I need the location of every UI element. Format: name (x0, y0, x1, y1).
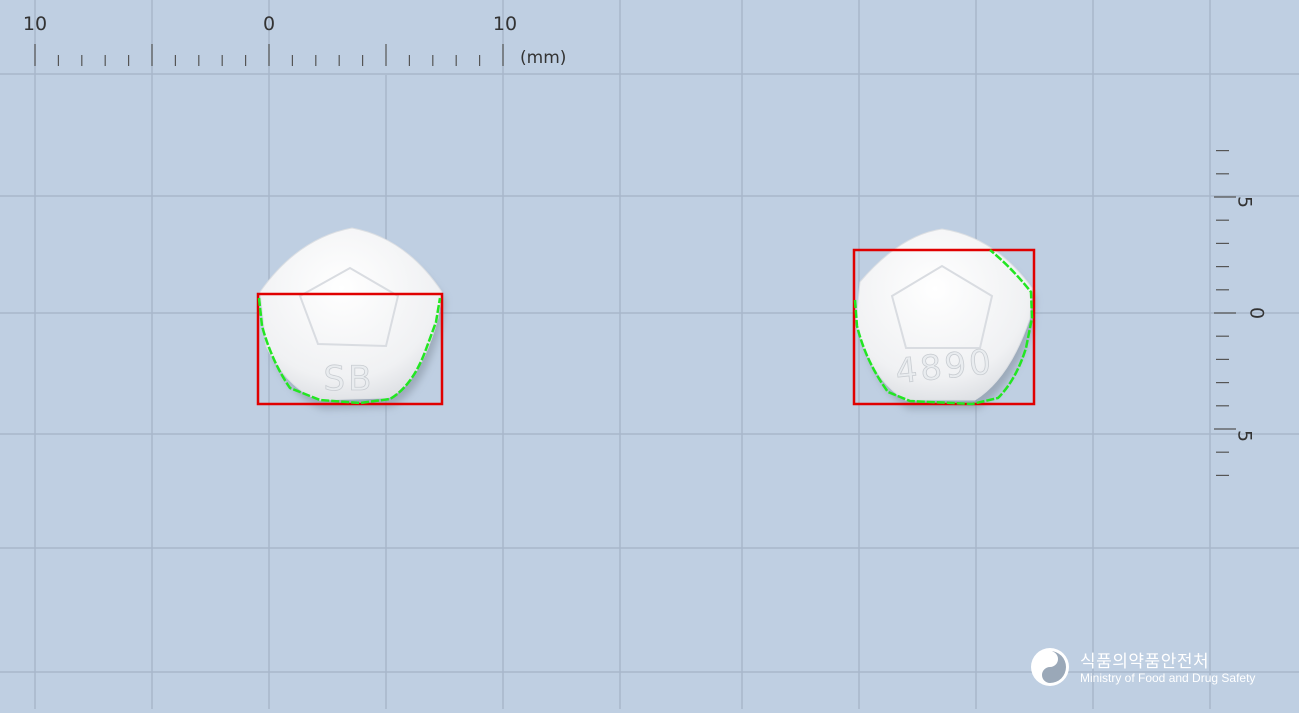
ruler-top-label-zero: 0 (263, 13, 275, 35)
logo-english-text: Ministry of Food and Drug Safety (1080, 671, 1256, 685)
logo-korean-text: 식품의약품안전처 (1080, 652, 1210, 672)
ruler-top-label-right: 10 (493, 13, 517, 35)
background-grid (0, 0, 1299, 709)
ruler-right-label-bottom: 5 (1234, 430, 1256, 442)
ruler-top-label-left: 10 (23, 13, 47, 35)
mfds-emblem-icon (1031, 648, 1069, 686)
ruler-top-unit: (mm) (520, 48, 566, 68)
ruler-right-label-top: 5 (1234, 196, 1256, 208)
ruler-right-label-zero: 0 (1246, 307, 1268, 319)
pill-left-imprint: SB (324, 359, 375, 399)
pill-photo: 10 0 10 (mm) 5 0 5 SB 4890 (0, 0, 1299, 709)
mfds-logo: 식품의약품안전처 Ministry of Food and Drug Safet… (1030, 645, 1290, 695)
pill-right: 4890 (852, 228, 1036, 409)
pill-left: SB (256, 227, 445, 409)
pill-image-canvas: 10 0 10 (mm) 5 0 5 SB 4890 식품의약품안전처 Mini… (0, 0, 1299, 709)
ruler-top: 10 0 10 (mm) (23, 13, 566, 68)
